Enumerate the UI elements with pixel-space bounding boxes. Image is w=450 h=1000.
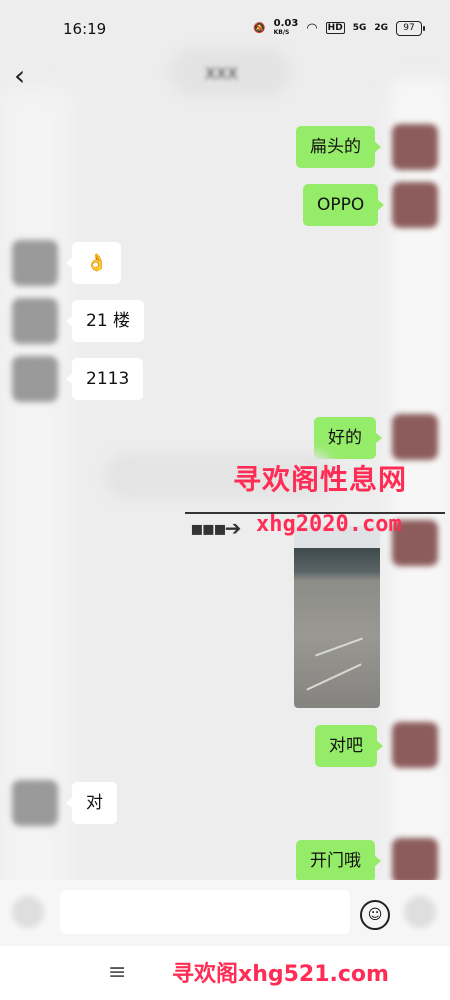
smile-icon[interactable]: ☺ xyxy=(360,900,390,930)
plus-icon[interactable] xyxy=(404,896,436,928)
avatar[interactable] xyxy=(12,240,58,286)
photo-detail xyxy=(306,663,362,691)
battery-icon: 97 xyxy=(396,20,425,36)
message-input[interactable] xyxy=(60,890,350,934)
watermark-site-name: 寻欢阁性息网 xyxy=(233,463,408,496)
menu-icon[interactable]: ≡ xyxy=(108,960,126,985)
watermark-bottom: 寻欢阁xhg521.com xyxy=(172,962,389,987)
network-speed-unit: KB/S xyxy=(273,29,290,36)
avatar[interactable] xyxy=(12,298,58,344)
watermark-url: xhg2020.com xyxy=(256,512,402,537)
mute-icon: 🔕 xyxy=(253,22,266,34)
chat-title: XXX xyxy=(205,64,238,83)
avatar[interactable] xyxy=(392,838,438,884)
avatar[interactable] xyxy=(392,182,438,228)
wifi-icon: ◠ xyxy=(306,20,318,36)
photo-detail xyxy=(315,637,363,657)
avatar[interactable] xyxy=(392,414,438,460)
message-bubble-received[interactable]: 👌 xyxy=(65,242,122,284)
status-time: 16:19 xyxy=(63,20,107,38)
message-bubble-received[interactable]: 21 楼 xyxy=(65,300,145,342)
status-icons: 🔕 0.03 KB/S ◠ HD 5G 2G 97 xyxy=(253,19,425,37)
voice-icon[interactable] xyxy=(12,896,44,928)
back-arrow-icon[interactable]: ‹ xyxy=(14,62,42,90)
network-speed-value: 0.03 xyxy=(273,18,299,29)
avatar[interactable] xyxy=(12,780,58,826)
avatar[interactable] xyxy=(392,722,438,768)
arrow-right-icon: ▪▪▪➔ xyxy=(190,516,241,540)
message-bubble-sent[interactable]: 对吧 xyxy=(315,725,383,767)
network-speed: 0.03 KB/S xyxy=(274,19,299,37)
signal-5g-icon: 5G xyxy=(352,23,367,33)
message-bubble-received[interactable]: 对 xyxy=(66,782,117,824)
avatar[interactable] xyxy=(12,356,58,402)
hd-icon: HD xyxy=(325,22,345,34)
message-bubble-sent[interactable]: 扁头的 xyxy=(296,126,381,168)
signal-2g-icon: 2G xyxy=(374,23,388,33)
photo-message[interactable] xyxy=(294,526,380,708)
avatar[interactable] xyxy=(392,124,438,170)
blurred-left-column xyxy=(0,90,70,970)
message-bubble-received[interactable]: 2113 xyxy=(65,358,144,400)
message-bubble-sent[interactable]: 开门哦 xyxy=(296,840,381,882)
message-bubble-sent[interactable]: 好的 xyxy=(314,417,382,459)
message-bubble-sent[interactable]: OPPO xyxy=(303,184,385,226)
